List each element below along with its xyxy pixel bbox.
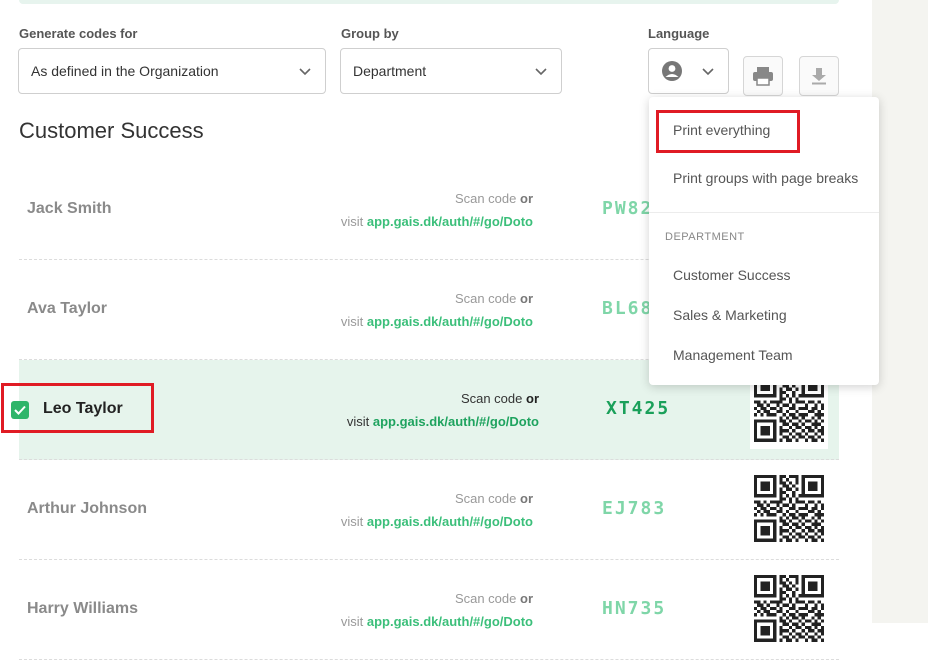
login-code: HN735	[602, 598, 667, 619]
visit-text: visit	[340, 514, 364, 529]
table-row[interactable]: Harry Williams Scan code or visit app.ga…	[19, 560, 839, 660]
chevron-down-icon	[299, 68, 311, 76]
scan-instructions: Scan code or visit app.gais.dk/auth/#/go…	[347, 387, 539, 433]
visit-text: visit	[340, 614, 364, 629]
login-code: PW82	[602, 198, 654, 219]
group-by-label: Group by	[341, 26, 399, 41]
login-link[interactable]: app.gais.dk/auth/#/go/Doto	[367, 214, 533, 229]
user-circle-icon	[662, 61, 682, 81]
qr-code-icon	[754, 475, 824, 545]
login-link[interactable]: app.gais.dk/auth/#/go/Doto	[367, 614, 533, 629]
scan-instructions: Scan code or visit app.gais.dk/auth/#/go…	[341, 187, 533, 233]
chevron-down-icon	[535, 68, 547, 76]
scan-instructions: Scan code or visit app.gais.dk/auth/#/go…	[341, 587, 533, 633]
scan-code-text: Scan code	[454, 291, 517, 306]
row-checkbox[interactable]	[11, 401, 29, 419]
login-code: BL68	[602, 298, 654, 319]
or-text: or	[520, 491, 533, 506]
scan-code-text: Scan code	[460, 391, 523, 406]
login-link[interactable]: app.gais.dk/auth/#/go/Doto	[367, 514, 533, 529]
visit-text: visit	[340, 314, 364, 329]
group-by-value: Department	[353, 63, 427, 79]
language-select[interactable]	[648, 48, 729, 94]
department-item-sales-marketing[interactable]: Sales & Marketing	[673, 307, 787, 323]
printer-icon	[753, 67, 773, 86]
check-icon	[14, 405, 26, 415]
generate-codes-select[interactable]: As defined in the Organization	[18, 48, 326, 94]
person-name: Leo Taylor	[43, 400, 123, 417]
menu-divider	[649, 212, 879, 213]
generate-codes-label: Generate codes for	[19, 26, 138, 41]
section-title: Customer Success	[19, 118, 204, 143]
department-heading: DEPARTMENT	[665, 231, 745, 243]
scan-instructions: Scan code or visit app.gais.dk/auth/#/go…	[341, 287, 533, 333]
person-name: Jack Smith	[27, 200, 112, 217]
language-label: Language	[648, 26, 710, 41]
generate-codes-value: As defined in the Organization	[31, 63, 219, 79]
department-item-management-team[interactable]: Management Team	[673, 347, 793, 363]
top-banner-edge	[19, 0, 839, 4]
scan-code-text: Scan code	[454, 191, 517, 206]
visit-text: visit	[346, 414, 370, 429]
print-groups-item[interactable]: Print groups with page breaks	[673, 170, 858, 186]
person-name: Ava Taylor	[27, 300, 108, 317]
login-link[interactable]: app.gais.dk/auth/#/go/Doto	[367, 314, 533, 329]
login-code: EJ783	[602, 498, 667, 519]
login-link[interactable]: app.gais.dk/auth/#/go/Doto	[373, 414, 539, 429]
right-panel	[872, 0, 928, 623]
login-code: XT425	[606, 398, 671, 419]
group-by-select[interactable]: Department	[340, 48, 562, 94]
or-text: or	[520, 591, 533, 606]
or-text: or	[520, 191, 533, 206]
print-everything-item[interactable]: Print everything	[673, 122, 770, 138]
person-name: Arthur Johnson	[27, 500, 147, 517]
table-row[interactable]: Arthur Johnson Scan code or visit app.ga…	[19, 460, 839, 560]
or-text: or	[520, 291, 533, 306]
scan-instructions: Scan code or visit app.gais.dk/auth/#/go…	[341, 487, 533, 533]
visit-text: visit	[340, 214, 364, 229]
chevron-down-icon	[702, 68, 714, 76]
person-name: Harry Williams	[27, 600, 139, 617]
print-button[interactable]	[743, 56, 783, 96]
or-text: or	[526, 391, 539, 406]
download-icon	[812, 68, 826, 85]
qr-code-icon	[754, 575, 824, 645]
scan-code-text: Scan code	[454, 591, 517, 606]
download-button[interactable]	[799, 56, 839, 96]
print-dropdown-menu: Print everything Print groups with page …	[649, 97, 879, 385]
department-item-customer-success[interactable]: Customer Success	[673, 267, 790, 283]
scan-code-text: Scan code	[454, 491, 517, 506]
